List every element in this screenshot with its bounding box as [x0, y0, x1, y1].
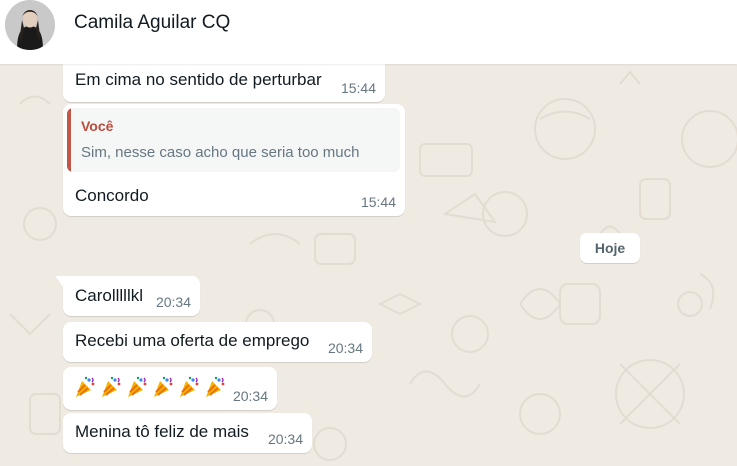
- message-text: Em cima no sentido de perturbar: [75, 70, 322, 89]
- party-popper-icon: [180, 376, 199, 397]
- party-popper-icon: [128, 376, 147, 397]
- contact-avatar[interactable]: [5, 0, 55, 50]
- message-timestamp: 20:34: [327, 340, 363, 356]
- chat-header: Camila Aguilar CQ: [0, 0, 737, 64]
- message-bubble[interactable]: Recebi uma oferta de emprego 20:34: [63, 322, 372, 362]
- contact-name[interactable]: Camila Aguilar CQ: [74, 12, 230, 34]
- message-text: Carolllllkl: [75, 286, 144, 305]
- quoted-message[interactable]: Você Sim, nesse caso acho que seria too …: [67, 108, 400, 172]
- message-timestamp: 15:44: [360, 194, 396, 210]
- message-text: Menina tô feliz de mais: [75, 422, 249, 441]
- message-bubble[interactable]: Menina tô feliz de mais 20:34: [63, 413, 312, 453]
- party-popper-icon: [206, 376, 225, 397]
- chat-area[interactable]: Em cima no sentido de perturbar 15:44 Vo…: [0, 64, 737, 466]
- message-timestamp: 20:34: [155, 294, 191, 310]
- party-popper-icon: [76, 376, 95, 397]
- quote-accent-bar: [67, 108, 71, 172]
- bubble-tail: [55, 276, 65, 289]
- message-timestamp: 20:34: [232, 388, 268, 404]
- message-timestamp: 15:44: [340, 80, 376, 96]
- avatar-photo-icon: [5, 0, 55, 50]
- message-bubble[interactable]: Você Sim, nesse caso acho que seria too …: [63, 104, 405, 216]
- quote-text: Sim, nesse caso acho que seria too much: [81, 144, 360, 161]
- message-bubble[interactable]: 20:34: [63, 367, 277, 410]
- message-text: Recebi uma oferta de emprego: [75, 331, 310, 350]
- party-popper-icon: [154, 376, 173, 397]
- message-bubble[interactable]: Carolllllkl 20:34: [55, 276, 200, 316]
- message-bubble[interactable]: Em cima no sentido de perturbar 15:44: [63, 64, 385, 102]
- message-timestamp: 20:34: [267, 431, 303, 447]
- date-separator: Hoje: [580, 233, 640, 263]
- message-text: Concordo: [75, 186, 149, 205]
- quote-author: Você: [81, 118, 114, 134]
- party-popper-icon: [102, 376, 121, 397]
